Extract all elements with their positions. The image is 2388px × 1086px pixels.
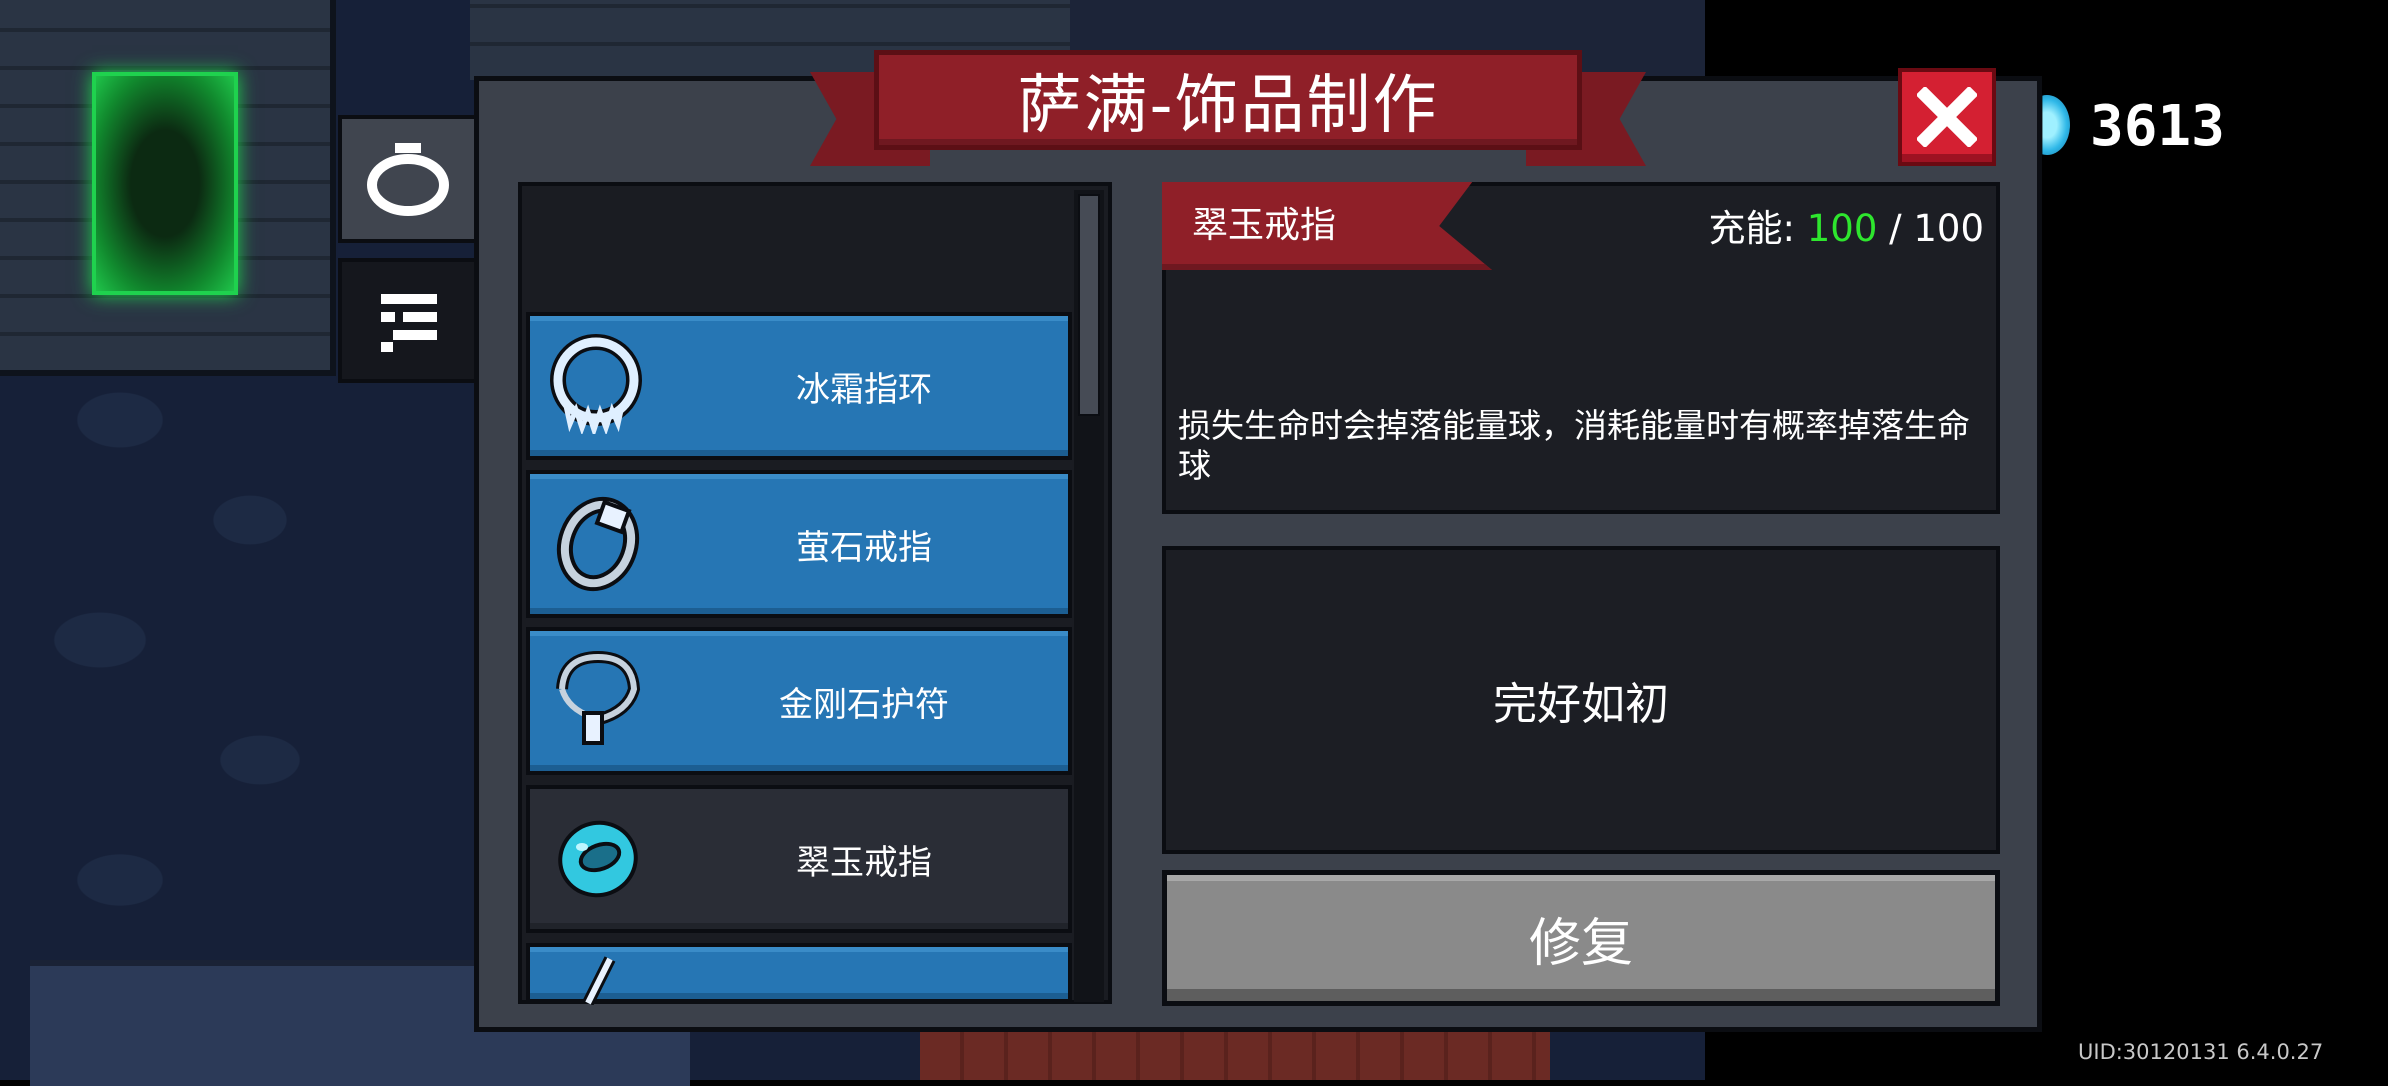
charge-readout: 充能: 100 / 100 — [1709, 198, 1984, 252]
scrollbar-thumb[interactable] — [1078, 194, 1100, 416]
red-carpet — [920, 1030, 1550, 1080]
charge-max: / 100 — [1889, 207, 1984, 250]
diamond-amulet-icon — [556, 650, 641, 745]
item-label: 翠玉戒指 — [796, 842, 932, 883]
tab-list[interactable] — [338, 258, 478, 383]
ring-icon — [367, 143, 449, 216]
item-name: 翠玉戒指 — [1192, 205, 1337, 246]
tab-accessory[interactable] — [338, 115, 478, 243]
green-portal — [92, 72, 238, 295]
item-description: 损失生命时会掉落能量球，消耗能量时有概率掉落生命球 — [1178, 406, 1970, 485]
jade-ring-icon — [558, 820, 638, 898]
list-icon — [381, 293, 437, 352]
sword-pendant-icon — [582, 956, 616, 1005]
close-button[interactable] — [1898, 68, 1996, 166]
repair-button[interactable]: 修复 — [1162, 870, 2000, 1006]
page-title: 萨满-饰品制作 — [874, 50, 1582, 150]
charge-current: 100 — [1806, 207, 1878, 250]
item-label: 冰霜指环 — [796, 369, 932, 410]
list-item-diamond-amulet[interactable]: 金刚石护符 — [526, 627, 1072, 775]
gem-count: 3613 — [2090, 94, 2225, 159]
repair-label: 修复 — [1528, 913, 1633, 974]
uid-version: UID:30120131 6.4.0.27 — [2078, 1040, 2324, 1064]
item-status: 完好如初 — [1162, 546, 2000, 854]
frost-ring-icon — [550, 334, 642, 434]
list-item-frost-ring[interactable]: 冰霜指环 — [526, 312, 1072, 460]
fluorite-ring-icon — [556, 496, 640, 592]
item-label: 金刚石护符 — [779, 684, 949, 725]
title-banner: 萨满-饰品制作 — [810, 50, 1646, 168]
list-item-partial[interactable] — [526, 943, 1072, 1005]
list-item-fluorite-ring[interactable]: 萤石戒指 — [526, 470, 1072, 618]
close-icon — [1917, 87, 1977, 147]
item-label: 萤石戒指 — [796, 527, 932, 568]
status-text: 完好如初 — [1493, 679, 1669, 730]
list-item-jade-ring[interactable]: 翠玉戒指 — [526, 785, 1072, 933]
charge-label: 充能: — [1708, 207, 1795, 250]
